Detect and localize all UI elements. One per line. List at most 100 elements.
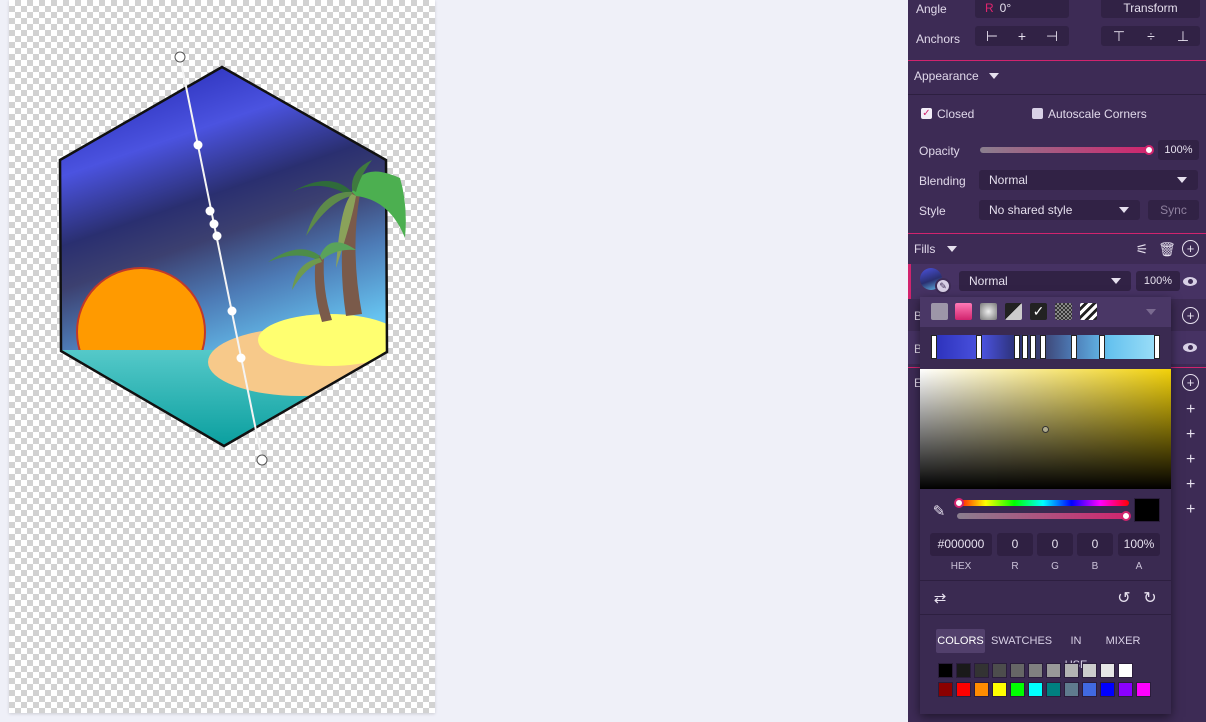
blending-select[interactable]: Normal	[979, 170, 1198, 190]
opacity-slider[interactable]	[980, 147, 1150, 153]
anchor-center-h-icon[interactable]: +	[1013, 28, 1031, 44]
vertical-anchors-group: ⊤ ÷ ⊥	[1101, 26, 1200, 46]
swap-arrows-icon[interactable]: ⇄	[930, 589, 950, 607]
add-effect-plus-icon[interactable]: +	[1186, 402, 1195, 418]
closed-checkbox[interactable]: ✓	[921, 108, 932, 119]
gradient-stop[interactable]	[1040, 335, 1046, 359]
gradient-stop[interactable]	[931, 335, 937, 359]
color-swatch[interactable]	[1010, 663, 1025, 678]
tab-in-use[interactable]: IN USE	[1058, 629, 1094, 671]
angular-gradient-type-icon[interactable]	[1005, 303, 1022, 320]
opacity-slider-handle[interactable]	[1144, 145, 1154, 155]
radial-gradient-type-icon[interactable]	[980, 303, 997, 320]
transform-button[interactable]: Transform	[1101, 0, 1200, 18]
fills-title[interactable]: Fills	[914, 242, 935, 256]
add-effect-icon[interactable]: +	[1182, 374, 1199, 391]
anchor-right-icon[interactable]: ⊣	[1043, 28, 1061, 44]
blending-value: Normal	[989, 173, 1028, 187]
shared-style-select[interactable]: No shared style	[979, 200, 1140, 220]
alpha-field[interactable]: 100%	[1118, 533, 1160, 556]
color-swatch[interactable]	[1136, 682, 1151, 697]
add-effect-plus-icon[interactable]: +	[1186, 477, 1195, 493]
hue-slider-handle[interactable]	[954, 498, 964, 508]
redo-icon[interactable]: ↻	[1141, 589, 1159, 607]
angle-field[interactable]: R 0°	[975, 0, 1069, 18]
fills-chevron-icon[interactable]	[947, 246, 957, 252]
noise-fill-type-icon[interactable]	[1055, 303, 1072, 320]
eyedropper-icon[interactable]: ✎	[930, 502, 948, 520]
color-swatch[interactable]	[992, 682, 1007, 697]
add-effect-plus-icon[interactable]: +	[1186, 502, 1195, 518]
color-swatch[interactable]	[1118, 663, 1133, 678]
color-swatch[interactable]	[938, 682, 953, 697]
gradient-stop[interactable]	[1022, 335, 1028, 359]
eyedropper-badge-icon[interactable]: ✎	[935, 278, 951, 294]
undo-icon[interactable]: ↺	[1115, 589, 1133, 607]
color-swatch[interactable]	[974, 682, 989, 697]
gradient-stop[interactable]	[1071, 335, 1077, 359]
visibility-eye-icon[interactable]	[1183, 277, 1197, 286]
gradient-stop[interactable]	[976, 335, 982, 359]
green-field[interactable]: 0	[1037, 533, 1073, 556]
autoscale-checkbox[interactable]	[1032, 108, 1043, 119]
fill-blend-select[interactable]: Normal	[959, 271, 1131, 291]
color-swatch[interactable]	[974, 663, 989, 678]
visibility-eye-icon[interactable]	[1183, 343, 1197, 352]
trash-icon[interactable]: 🗑	[1158, 241, 1176, 257]
blue-field[interactable]: 0	[1077, 533, 1113, 556]
chevron-down-icon[interactable]	[1146, 309, 1156, 315]
color-swatch[interactable]	[956, 663, 971, 678]
image-fill-type-icon[interactable]	[1080, 303, 1097, 320]
anchor-left-icon[interactable]: ⊢	[983, 28, 1001, 44]
solid-fill-type-icon[interactable]	[931, 303, 948, 320]
tab-swatches[interactable]: SWATCHES	[991, 629, 1052, 653]
island-highlight[interactable]	[258, 314, 402, 366]
artwork-canvas[interactable]	[0, 0, 440, 722]
color-swatch[interactable]	[1118, 682, 1133, 697]
gradient-stop[interactable]	[1154, 335, 1160, 359]
color-swatch[interactable]	[1028, 663, 1043, 678]
color-swatch[interactable]	[1046, 682, 1061, 697]
gradient-stop[interactable]	[1030, 335, 1036, 359]
anchor-bottom-icon[interactable]: ⊥	[1174, 28, 1192, 44]
anchor-top-icon[interactable]: ⊤	[1110, 28, 1128, 44]
color-swatch[interactable]	[938, 663, 953, 678]
divider	[908, 94, 1206, 95]
color-swatch[interactable]	[1100, 663, 1115, 678]
alpha-slider[interactable]	[957, 513, 1129, 519]
pattern-fill-type-icon[interactable]: ✓	[1030, 303, 1047, 320]
anchor-center-v-icon[interactable]: ÷	[1142, 28, 1160, 44]
divider	[908, 233, 1206, 234]
gradient-stop[interactable]	[1014, 335, 1020, 359]
color-swatch[interactable]	[1100, 682, 1115, 697]
add-effect-plus-icon[interactable]: +	[1186, 452, 1195, 468]
color-cursor[interactable]	[1042, 426, 1049, 433]
appearance-chevron-icon[interactable]	[989, 73, 999, 79]
add-effect-plus-icon[interactable]: +	[1186, 427, 1195, 443]
sync-button[interactable]: Sync	[1148, 200, 1199, 220]
color-swatch[interactable]	[1010, 682, 1025, 697]
add-border-icon[interactable]: +	[1182, 307, 1199, 324]
color-swatch[interactable]	[992, 663, 1007, 678]
hue-slider[interactable]	[957, 500, 1129, 506]
color-swatch[interactable]	[1046, 663, 1061, 678]
hex-field[interactable]: #000000	[930, 533, 992, 556]
appearance-title[interactable]: Appearance	[914, 69, 979, 83]
red-field[interactable]: 0	[997, 533, 1033, 556]
fill-settings-icon[interactable]: ⚟	[1134, 241, 1150, 257]
gradient-stop[interactable]	[1099, 335, 1105, 359]
color-swatch[interactable]	[1028, 682, 1043, 697]
opacity-field[interactable]: 100%	[1158, 140, 1199, 160]
color-swatch[interactable]	[1082, 682, 1097, 697]
fill-opacity-field[interactable]: 100%	[1136, 271, 1180, 291]
color-swatch[interactable]	[1064, 682, 1079, 697]
color-swatch[interactable]	[1064, 663, 1079, 678]
color-swatch[interactable]	[1082, 663, 1097, 678]
color-swatch[interactable]	[956, 682, 971, 697]
add-fill-icon[interactable]: +	[1182, 240, 1199, 257]
tab-colors[interactable]: COLORS	[936, 629, 985, 653]
alpha-slider-handle[interactable]	[1121, 511, 1131, 521]
linear-gradient-type-icon[interactable]	[955, 303, 972, 320]
tab-mixer[interactable]: MIXER	[1104, 629, 1142, 653]
rotate-prefix: R	[985, 1, 994, 15]
